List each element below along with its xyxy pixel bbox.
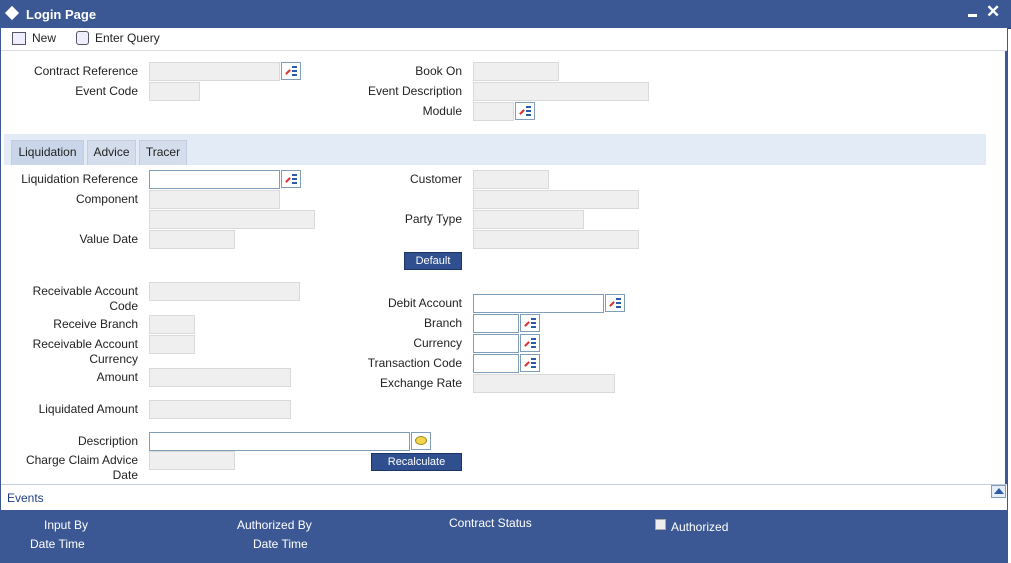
- exchange-rate-field[interactable]: [473, 374, 615, 393]
- receivable-account-code-label-line2: Code: [109, 299, 138, 313]
- contract-reference-lov-icon[interactable]: [281, 62, 301, 80]
- receivable-account-currency-label-line1: Receivable Account: [32, 337, 138, 351]
- amount-field[interactable]: [149, 368, 291, 387]
- customer-name-field[interactable]: [473, 190, 639, 209]
- book-on-label: Book On: [415, 64, 462, 78]
- authorized-checkbox[interactable]: [655, 519, 666, 530]
- event-description-field[interactable]: [473, 82, 649, 101]
- date-time-label: Date Time: [30, 537, 85, 551]
- liquidation-reference-lov-icon[interactable]: [281, 170, 301, 188]
- authorized-date-time-label: Date Time: [253, 537, 308, 551]
- book-on-field[interactable]: [473, 62, 559, 81]
- component-description-field[interactable]: [149, 210, 315, 229]
- authorized-by-label: Authorized By: [237, 518, 312, 532]
- charge-claim-advice-date-label-line2: Date: [112, 468, 138, 482]
- module-field[interactable]: [473, 102, 514, 121]
- branch-input[interactable]: [473, 314, 519, 333]
- events-link[interactable]: Events: [7, 491, 44, 505]
- contract-status-label: Contract Status: [449, 516, 532, 530]
- debit-account-input[interactable]: [473, 294, 604, 313]
- exchange-rate-label: Exchange Rate: [379, 376, 462, 390]
- tab-liquidation[interactable]: Liquidation: [11, 140, 84, 165]
- currency-label: Currency: [413, 336, 462, 350]
- authorized-label: Authorized: [671, 520, 729, 534]
- receivable-account-currency-label-line2: Currency: [89, 352, 138, 366]
- transaction-code-lov-icon[interactable]: [520, 354, 540, 372]
- party-type-label: Party Type: [404, 212, 462, 226]
- input-by-label: Input By: [44, 518, 89, 532]
- contract-reference-field[interactable]: [149, 62, 280, 81]
- receivable-account-currency-field[interactable]: [149, 335, 195, 354]
- minimize-icon[interactable]: [968, 14, 977, 17]
- customer-field[interactable]: [473, 170, 549, 189]
- party-type-description-field[interactable]: [473, 230, 639, 249]
- events-bar: [1, 484, 1007, 511]
- enter-query-icon: [76, 31, 89, 45]
- currency-lov-icon[interactable]: [520, 334, 540, 352]
- event-code-label: Event Code: [75, 84, 138, 98]
- window-title: Login Page: [26, 7, 97, 22]
- module-lov-icon[interactable]: [515, 102, 535, 120]
- transaction-code-label: Transaction Code: [367, 356, 462, 370]
- receive-branch-field[interactable]: [149, 315, 195, 334]
- enter-query-label: Enter Query: [95, 31, 160, 45]
- tab-advice[interactable]: Advice: [87, 140, 136, 165]
- new-icon: [12, 31, 26, 45]
- close-icon[interactable]: ✕: [986, 2, 1000, 22]
- recalculate-button[interactable]: Recalculate: [371, 453, 462, 471]
- collapse-icon[interactable]: [991, 485, 1006, 498]
- receivable-account-code-field[interactable]: [149, 282, 300, 301]
- liquidation-reference-label: Liquidation Reference: [21, 172, 138, 186]
- tab-tracer[interactable]: Tracer: [139, 140, 187, 165]
- branch-lov-icon[interactable]: [520, 314, 540, 332]
- debit-account-lov-icon[interactable]: [605, 294, 625, 312]
- party-type-field[interactable]: [473, 210, 584, 229]
- component-label: Component: [75, 192, 138, 206]
- currency-input[interactable]: [473, 334, 519, 353]
- customer-label: Customer: [409, 172, 462, 186]
- contract-reference-label: Contract Reference: [33, 64, 138, 78]
- amount-label: Amount: [96, 370, 138, 384]
- liquidated-amount-label: Liquidated Amount: [38, 402, 138, 416]
- value-date-field[interactable]: [149, 230, 235, 249]
- description-input[interactable]: [149, 432, 410, 451]
- component-field[interactable]: [149, 190, 280, 209]
- charge-claim-advice-date-field[interactable]: [149, 451, 235, 470]
- title-bar: [0, 0, 1011, 29]
- receivable-account-code-label-line1: Receivable Account: [32, 284, 138, 298]
- liquidated-amount-field[interactable]: [149, 400, 291, 419]
- new-button[interactable]: New: [12, 29, 56, 47]
- enter-query-button[interactable]: Enter Query: [76, 29, 160, 47]
- branch-label: Branch: [423, 316, 462, 330]
- liquidation-reference-input[interactable]: [149, 170, 280, 189]
- charge-claim-advice-date-label-line1: Charge Claim Advice: [25, 453, 138, 467]
- value-date-label: Value Date: [79, 232, 138, 246]
- module-label: Module: [422, 104, 462, 118]
- default-button[interactable]: Default: [404, 252, 462, 270]
- comment-icon[interactable]: [411, 432, 431, 450]
- description-label: Description: [77, 434, 138, 448]
- new-label: New: [32, 31, 57, 45]
- transaction-code-input[interactable]: [473, 354, 519, 373]
- debit-account-label: Debit Account: [387, 296, 462, 310]
- event-description-label: Event Description: [367, 84, 462, 98]
- event-code-field[interactable]: [149, 82, 200, 101]
- receive-branch-label: Receive Branch: [53, 317, 138, 331]
